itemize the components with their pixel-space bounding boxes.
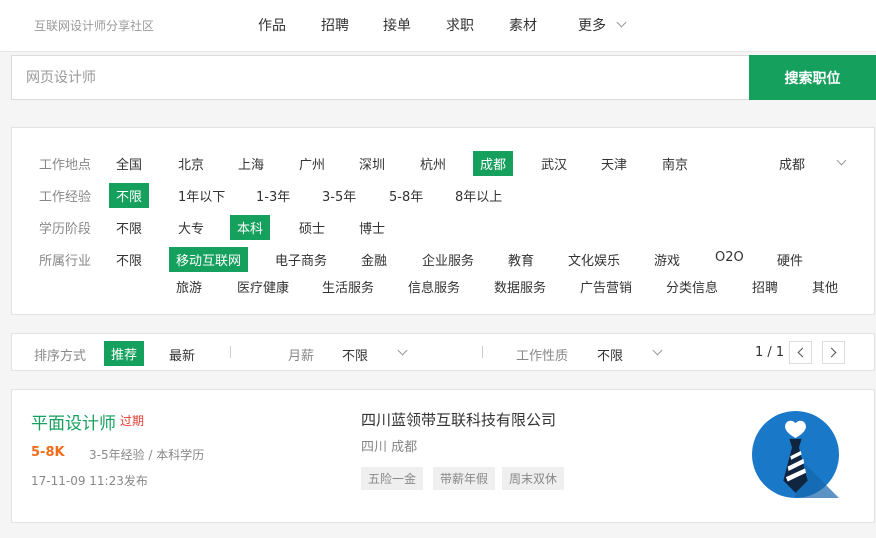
education-option[interactable]: 硕士 — [299, 218, 325, 237]
nav-recruit[interactable]: 招聘 — [321, 15, 349, 35]
location-option[interactable]: 天津 — [601, 154, 627, 173]
education-filter-label: 学历阶段 — [39, 222, 92, 237]
industry-option[interactable]: 旅游 — [176, 277, 202, 296]
location-option-selected[interactable]: 成都 — [473, 151, 514, 176]
top-nav: 互联网设计师分享社区 作品 招聘 接单 求职 素材 更多 — [0, 0, 876, 52]
next-page-button[interactable] — [822, 341, 845, 364]
experience-option-selected[interactable]: 不限 — [109, 183, 150, 208]
industry-option[interactable]: 医疗健康 — [237, 277, 289, 296]
location-filter-label: 工作地点 — [39, 158, 92, 173]
industry-option[interactable]: 企业服务 — [422, 250, 474, 269]
company-name[interactable]: 四川蓝领带互联科技有限公司 — [361, 409, 556, 430]
sort-recommended-selected[interactable]: 推荐 — [104, 341, 145, 366]
industry-option[interactable]: 电子商务 — [275, 250, 327, 269]
job-card[interactable]: 平面设计师 过期 5-8K 3-5年经验 / 本科学历 17-11-09 11:… — [11, 389, 875, 523]
location-option[interactable]: 北京 — [178, 154, 204, 173]
industry-option[interactable]: 金融 — [361, 250, 387, 269]
nav-more[interactable]: 更多 — [578, 15, 606, 35]
industry-option[interactable]: 文化娱乐 — [568, 250, 620, 269]
experience-option[interactable]: 3-5年 — [322, 186, 356, 205]
search-jobs-button[interactable]: 搜索职位 — [749, 55, 876, 100]
nav-works[interactable]: 作品 — [258, 15, 286, 35]
search-input[interactable] — [11, 55, 749, 100]
location-option[interactable]: 广州 — [299, 154, 325, 173]
sort-bar: 排序方式 推荐 最新 月薪 不限 工作性质 不限 1 / 1 — [11, 333, 875, 371]
chevron-down-icon[interactable] — [836, 155, 847, 166]
industry-option[interactable]: 生活服务 — [322, 277, 374, 296]
job-nature-dropdown[interactable]: 不限 — [597, 345, 623, 364]
salary-dropdown[interactable]: 不限 — [342, 345, 368, 364]
experience-option[interactable]: 1-3年 — [256, 186, 290, 205]
expired-badge: 过期 — [120, 414, 145, 428]
divider — [230, 346, 231, 358]
chevron-down-icon[interactable] — [652, 345, 663, 356]
location-option[interactable]: 南京 — [662, 154, 688, 173]
publish-time: 17-11-09 11:23发布 — [31, 474, 148, 488]
industry-option[interactable]: 信息服务 — [408, 277, 460, 296]
salary-range: 5-8K — [31, 445, 65, 460]
chevron-down-icon[interactable] — [397, 345, 408, 356]
industry-option[interactable]: 其他 — [812, 277, 838, 296]
industry-filter-label: 所属行业 — [39, 254, 92, 269]
nav-assets[interactable]: 素材 — [509, 15, 537, 35]
experience-option[interactable]: 1年以下 — [178, 186, 225, 205]
location-option[interactable]: 全国 — [116, 154, 142, 173]
prev-page-button[interactable] — [789, 341, 812, 364]
chevron-down-icon[interactable] — [616, 17, 627, 28]
industry-option[interactable]: O2O — [715, 250, 744, 265]
salary-filter-label: 月薪 — [288, 349, 315, 364]
nav-freelance[interactable]: 接单 — [383, 15, 411, 35]
location-option[interactable]: 武汉 — [541, 154, 567, 173]
location-option[interactable]: 杭州 — [420, 154, 446, 173]
education-option-selected[interactable]: 本科 — [230, 215, 271, 240]
industry-option[interactable]: 分类信息 — [666, 277, 718, 296]
benefit-tag: 五险一金 — [361, 467, 424, 490]
industry-option[interactable]: 硬件 — [777, 250, 803, 269]
experience-option[interactable]: 8年以上 — [455, 186, 502, 205]
location-option[interactable]: 上海 — [238, 154, 264, 173]
site-slogan: 互联网设计师分享社区 — [34, 19, 155, 33]
industry-option[interactable]: 广告营销 — [580, 277, 632, 296]
location-dropdown[interactable]: 成都 — [779, 154, 805, 173]
education-option[interactable]: 大专 — [178, 218, 204, 237]
job-title[interactable]: 平面设计师 — [31, 409, 116, 434]
nav-job-seek[interactable]: 求职 — [446, 15, 474, 35]
page-indicator: 1 / 1 — [755, 345, 785, 360]
sort-latest[interactable]: 最新 — [169, 345, 195, 364]
experience-filter-label: 工作经验 — [39, 190, 92, 205]
industry-option[interactable]: 游戏 — [654, 250, 680, 269]
location-option[interactable]: 深圳 — [359, 154, 385, 173]
job-requirements: 3-5年经验 / 本科学历 — [89, 448, 205, 462]
industry-option[interactable]: 数据服务 — [494, 277, 546, 296]
company-location: 四川 成都 — [361, 440, 418, 455]
chevron-right-icon — [826, 347, 837, 358]
industry-option[interactable]: 招聘 — [752, 277, 778, 296]
benefit-tag: 周末双休 — [502, 467, 565, 490]
education-option[interactable]: 博士 — [359, 218, 385, 237]
filter-panel: 工作地点 全国 北京 上海 广州 深圳 杭州 成都 武汉 天津 南京 成都 工作… — [11, 127, 875, 315]
necktie-logo-icon[interactable] — [752, 411, 839, 498]
industry-option[interactable]: 教育 — [508, 250, 534, 269]
experience-option[interactable]: 5-8年 — [389, 186, 423, 205]
industry-option-selected[interactable]: 移动互联网 — [169, 247, 249, 272]
industry-option[interactable]: 不限 — [116, 250, 142, 269]
education-option[interactable]: 不限 — [116, 218, 142, 237]
chevron-left-icon — [797, 347, 808, 358]
divider — [482, 346, 483, 358]
job-nature-label: 工作性质 — [516, 349, 569, 364]
benefit-tag: 带薪年假 — [433, 467, 496, 490]
sort-label: 排序方式 — [34, 349, 87, 364]
